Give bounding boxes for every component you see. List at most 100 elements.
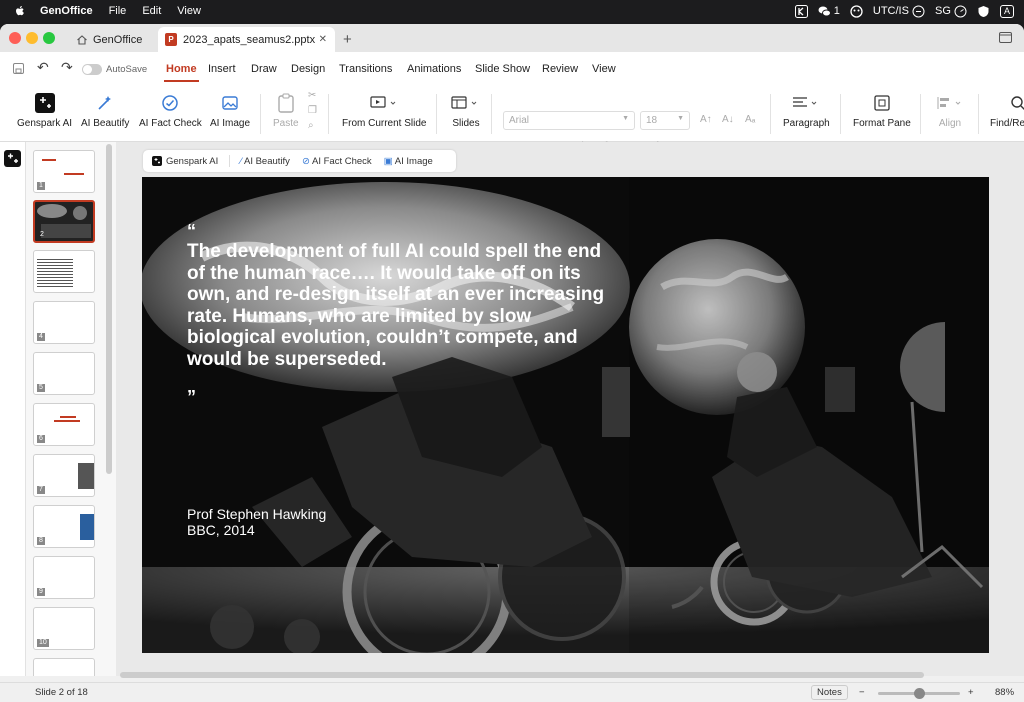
slide-thumbnail-selected[interactable]: 2 bbox=[33, 200, 95, 243]
font-family-select[interactable]: Arial ▼ bbox=[503, 111, 635, 130]
ai-bar-image-button[interactable]: ▣ AI Image bbox=[384, 156, 433, 167]
save-icon[interactable] bbox=[13, 63, 24, 74]
genspark-rail-icon[interactable] bbox=[4, 150, 21, 167]
menu-app-name[interactable]: GenOffice bbox=[40, 5, 93, 17]
chevron-down-icon: ▼ bbox=[622, 115, 629, 122]
menu-view[interactable]: View bbox=[177, 5, 201, 17]
paragraph-label: Paragraph bbox=[783, 118, 830, 129]
tab-insert[interactable]: Insert bbox=[208, 63, 236, 75]
slide-thumbnail[interactable]: 8 bbox=[33, 505, 95, 548]
tab-slide-show[interactable]: Slide Show bbox=[475, 63, 530, 75]
undo-icon[interactable]: ↶ bbox=[37, 59, 49, 76]
minimize-window-button[interactable] bbox=[26, 32, 38, 44]
zoom-out-button[interactable]: − bbox=[859, 687, 865, 698]
zoom-in-button[interactable]: + bbox=[968, 687, 974, 698]
notes-button[interactable]: Notes bbox=[811, 685, 848, 700]
tab-view[interactable]: View bbox=[592, 63, 616, 75]
tab-home[interactable]: GenOffice bbox=[70, 27, 155, 52]
tab-draw[interactable]: Draw bbox=[251, 63, 277, 75]
slide-thumbnail[interactable]: 5 bbox=[33, 352, 95, 395]
tab-bar: GenOffice P 2023_apats_seamus2.pptx ✕ + bbox=[0, 24, 1024, 52]
close-quote-mark: ” bbox=[187, 387, 196, 407]
sidebar-toggle-icon[interactable] bbox=[999, 32, 1012, 43]
format-painter-icon[interactable]: ⌕ bbox=[308, 120, 314, 131]
tab-transitions[interactable]: Transitions bbox=[339, 63, 392, 75]
close-window-button[interactable] bbox=[9, 32, 21, 44]
find-replace-label: Find/Re bbox=[990, 118, 1024, 129]
slide-thumbnail[interactable]: 4 bbox=[33, 301, 95, 344]
zoom-window-button[interactable] bbox=[43, 32, 55, 44]
assistant-icon[interactable] bbox=[850, 4, 863, 18]
slide-thumbnail[interactable]: 1 bbox=[33, 150, 95, 193]
menu-edit[interactable]: Edit bbox=[142, 5, 161, 17]
wechat-icon[interactable]: 1 bbox=[818, 5, 840, 18]
slide-number: 7 bbox=[37, 486, 45, 494]
paragraph-button[interactable]: Paragraph bbox=[783, 92, 830, 129]
menu-file[interactable]: File bbox=[109, 5, 127, 17]
ai-beautify-button[interactable]: AI Beautify bbox=[81, 92, 129, 129]
genspark-ai-button[interactable]: Genspark AI bbox=[17, 92, 72, 129]
apple-icon[interactable] bbox=[14, 5, 26, 17]
tab-home-ribbon[interactable]: Home bbox=[164, 63, 199, 82]
clock-menu[interactable]: UTC/IS bbox=[873, 5, 925, 18]
quote-text[interactable]: The development of full AI could spell t… bbox=[187, 241, 617, 370]
autosave-toggle[interactable] bbox=[82, 64, 102, 75]
divider bbox=[491, 94, 492, 134]
slides-label: Slides bbox=[452, 118, 480, 129]
align-button[interactable]: Align bbox=[936, 92, 964, 129]
slide-number: 5 bbox=[37, 384, 45, 392]
quote-attribution[interactable]: Prof Stephen Hawking BBC, 2014 bbox=[187, 506, 326, 538]
from-current-slide-label: From Current Slide bbox=[342, 118, 427, 129]
format-pane-icon bbox=[874, 95, 890, 111]
region-menu[interactable]: SG bbox=[935, 5, 967, 18]
copy-icon[interactable]: ❐ bbox=[308, 105, 317, 116]
macos-menubar: GenOffice File Edit View 1 UTC/IS SG A bbox=[0, 0, 1024, 22]
ai-image-button[interactable]: AI Image bbox=[210, 92, 250, 129]
find-replace-button[interactable]: Find/Re bbox=[990, 92, 1024, 129]
from-current-slide-button[interactable]: From Current Slide bbox=[342, 92, 426, 129]
ai-bar-genspark-button[interactable]: Genspark AI bbox=[152, 156, 218, 167]
ai-fact-check-button[interactable]: AI Fact Check bbox=[139, 92, 202, 129]
tab-animations[interactable]: Animations bbox=[407, 63, 461, 75]
zoom-level[interactable]: 88% bbox=[995, 687, 1014, 698]
ai-bar-image-label: AI Image bbox=[394, 155, 433, 167]
slide-thumbnail[interactable]: 3 bbox=[33, 250, 95, 293]
input-source[interactable]: A bbox=[999, 4, 1014, 18]
canvas-horizontal-scrollbar[interactable] bbox=[120, 672, 924, 678]
align-label: Align bbox=[938, 118, 962, 129]
font-size-select[interactable]: 18 ▼ bbox=[640, 111, 690, 130]
genspark-ai-label: Genspark AI bbox=[17, 118, 73, 129]
cut-icon[interactable]: ✂ bbox=[308, 90, 316, 101]
close-tab-icon[interactable]: ✕ bbox=[319, 34, 327, 45]
new-tab-icon[interactable]: + bbox=[343, 27, 352, 52]
slide-thumbnail[interactable]: 7 bbox=[33, 454, 95, 497]
slide-2[interactable]: “ The development of full AI could spell… bbox=[142, 177, 989, 653]
thumbnail-scrollbar[interactable] bbox=[106, 144, 112, 474]
paste-button[interactable]: Paste bbox=[273, 92, 299, 129]
align-icon bbox=[937, 97, 961, 109]
ai-bar-beautify-button[interactable]: ⁄ AI Beautify bbox=[240, 156, 290, 167]
decrease-font-icon[interactable]: A↓ bbox=[722, 114, 734, 125]
wechat-badge: 1 bbox=[833, 5, 840, 17]
slide-thumbnail[interactable]: 10 bbox=[33, 607, 95, 650]
slides-button[interactable]: Slides bbox=[451, 92, 481, 129]
zoom-slider[interactable] bbox=[878, 688, 960, 699]
zoom-slider-knob[interactable] bbox=[913, 688, 925, 699]
k-app-icon[interactable] bbox=[794, 4, 808, 18]
tab-design[interactable]: Design bbox=[291, 63, 325, 75]
attribution-source: BBC, 2014 bbox=[187, 522, 255, 538]
increase-font-icon[interactable]: A↑ bbox=[700, 114, 712, 125]
ai-bar-factcheck-button[interactable]: ⊘ AI Fact Check bbox=[302, 156, 372, 167]
font-size-value: 18 bbox=[646, 115, 658, 126]
redo-icon[interactable]: ↷ bbox=[61, 59, 73, 76]
tab-document[interactable]: P 2023_apats_seamus2.pptx ✕ bbox=[158, 27, 335, 52]
open-quote-mark: “ bbox=[187, 221, 196, 241]
slide-thumbnail[interactable]: 9 bbox=[33, 556, 95, 599]
shield-icon[interactable] bbox=[977, 5, 990, 18]
tab-review[interactable]: Review bbox=[542, 63, 578, 75]
slide-thumbnail[interactable] bbox=[33, 658, 95, 676]
slide-thumbnail[interactable]: 6 bbox=[33, 403, 95, 446]
format-pane-label: Format Pane bbox=[853, 118, 911, 129]
clear-format-icon[interactable]: Aₐ bbox=[745, 114, 755, 125]
format-pane-button[interactable]: Format Pane bbox=[853, 92, 911, 129]
